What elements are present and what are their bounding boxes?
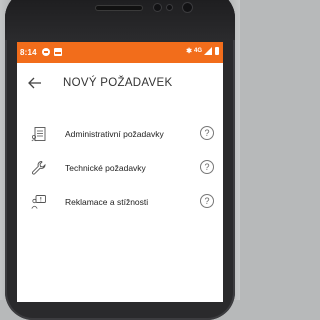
wrench-icon [31, 161, 46, 175]
app-bar: NOVÝ POŽADAVEK [17, 63, 223, 103]
battery-icon [215, 47, 219, 55]
help-icon[interactable]: ? [200, 126, 214, 140]
earpiece-speaker [96, 6, 142, 10]
list-item-label: Reklamace a stížnosti [65, 197, 149, 207]
list-item-technical[interactable]: Technické požadavky ? [17, 160, 223, 194]
network-type: 4G [193, 48, 202, 54]
help-icon[interactable]: ? [200, 194, 214, 208]
list-item-label: Technické požadavky [65, 163, 146, 173]
image-notification-icon [54, 48, 62, 56]
list-item-label: Administrativní požadavky [65, 129, 164, 139]
list-item-administrative[interactable]: Administrativní požadavky ? [17, 126, 223, 160]
help-icon[interactable]: ? [200, 160, 214, 174]
request-type-list: Administrativní požadavky ? Technické po… [17, 126, 223, 228]
message-notification-icon [42, 48, 50, 56]
bluetooth-icon: ✱ [186, 48, 192, 55]
list-item-complaints[interactable]: Reklamace a stížnosti ? [17, 194, 223, 228]
sensor-icon [167, 5, 172, 10]
status-time: 8:14 [20, 48, 37, 57]
phone-screen: 8:14 ✱ 4G NOVÝ POŽADAVEK Administrativní… [17, 42, 223, 302]
status-indicators: ✱ 4G [186, 47, 219, 55]
signal-icon [204, 47, 212, 55]
arrow-left-icon[interactable] [27, 75, 43, 91]
status-bar: 8:14 ✱ 4G [17, 42, 223, 63]
page-title: NOVÝ POŽADAVEK [63, 77, 173, 89]
front-camera-icon [183, 3, 192, 12]
sensor-icon [154, 4, 161, 11]
complaint-icon [31, 195, 46, 209]
document-icon [31, 127, 46, 142]
phone-bezel [5, 0, 235, 40]
